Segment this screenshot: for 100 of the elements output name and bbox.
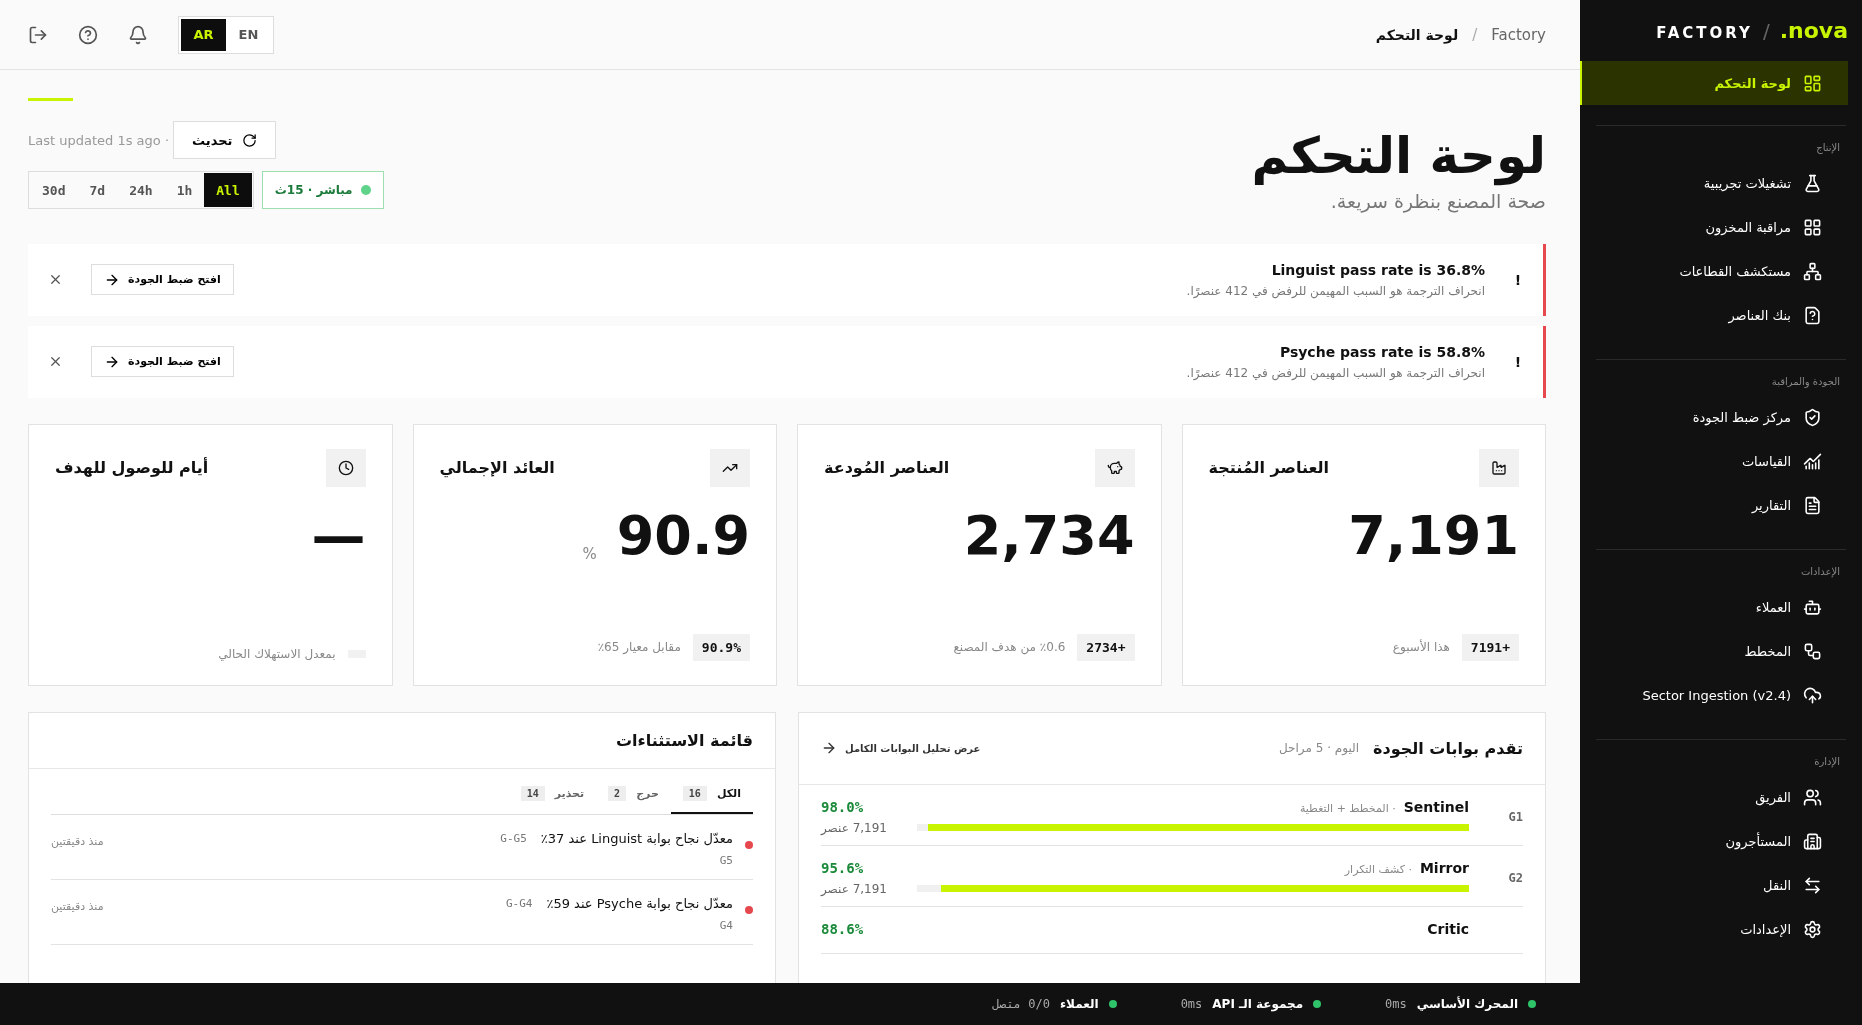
gate-detail: · كشف التكرار xyxy=(1344,862,1412,876)
status-value: 0ms xyxy=(1385,997,1407,1011)
section-title: الإدارة xyxy=(1813,756,1841,770)
section-title: الإعدادات xyxy=(1799,566,1841,580)
chart-icon xyxy=(1803,451,1822,471)
time-range-option[interactable]: 1h xyxy=(164,173,205,207)
nav-item[interactable]: التقارير xyxy=(1580,485,1848,525)
status-label: المحرك الأساسي xyxy=(1416,997,1518,1011)
kpi-title: العائد الإجمالي xyxy=(439,458,555,477)
kpi-note: بمعدل الاستهلاك الحالي xyxy=(218,646,336,661)
nav-item[interactable]: العملاء xyxy=(1580,587,1848,627)
kpi-delta: 90.9% xyxy=(692,633,750,661)
factory-icon xyxy=(1491,459,1507,476)
close-button[interactable] xyxy=(48,272,63,287)
language-option[interactable]: AR xyxy=(181,18,226,51)
network-icon xyxy=(1803,261,1822,281)
gate-name: Sentinel xyxy=(1403,798,1469,815)
alert-mark: ! xyxy=(1513,271,1523,288)
alert-title: Linguist pass rate is 36.8% xyxy=(1270,261,1485,278)
exception-time: منذ دقيقتين xyxy=(51,834,104,848)
nav-item[interactable]: مركز ضبط الجودة xyxy=(1580,397,1848,437)
breadcrumb-link[interactable]: Factory xyxy=(1491,25,1546,44)
arrow-icon xyxy=(821,740,837,756)
clock-icon xyxy=(337,459,354,476)
gate-code: G2 xyxy=(1507,870,1523,885)
robot-icon xyxy=(1803,597,1822,617)
refresh-button[interactable]: تحديث xyxy=(173,121,277,159)
kpi-title: العناصر المُنتجة xyxy=(1208,458,1330,477)
gate-percent: 98.0% xyxy=(821,798,865,815)
nav-item[interactable]: الإعدادات xyxy=(1580,909,1848,949)
piggy-bank-icon xyxy=(1106,459,1123,476)
nav-item[interactable]: المخطط xyxy=(1580,631,1848,671)
kpi-title: العناصر المُودعة xyxy=(824,458,950,477)
gate-detail: · المخطط + التغطية xyxy=(1299,801,1396,815)
nav-item[interactable]: الفريق xyxy=(1580,777,1848,817)
open-quality-button[interactable]: افتح ضبط الجودة xyxy=(91,346,234,377)
kpi-note: مقابل معيار 65٪ xyxy=(597,640,681,654)
panel-title: قائمة الاستثناءات xyxy=(616,730,753,750)
breadcrumb-separator: / xyxy=(1472,25,1478,44)
logo: FACTORY / .nova xyxy=(1655,18,1849,45)
time-range-option[interactable]: 7d xyxy=(77,173,118,207)
last-updated-text: Last updated 1s ago · xyxy=(28,132,169,148)
gate-name: Mirror xyxy=(1419,859,1469,876)
alert-mark: ! xyxy=(1513,353,1523,370)
question-icon xyxy=(1803,305,1822,325)
section-title: الجودة والمراقبة xyxy=(1770,376,1841,390)
kpi-unit: % xyxy=(582,544,597,563)
gate-percent: 88.6% xyxy=(821,920,865,937)
nav-item[interactable]: المستأجرون xyxy=(1580,821,1848,861)
nav-item[interactable]: مراقبة المخزون xyxy=(1580,207,1848,247)
nav-item[interactable]: لوحة التحكم xyxy=(1580,61,1848,105)
gate-percent: 95.6% xyxy=(821,859,865,876)
time-range-option[interactable]: All xyxy=(204,173,252,207)
dashboard-icon xyxy=(1803,73,1822,93)
page-title: لوحة التحكم xyxy=(1251,128,1546,186)
kpi-title: أيام للوصول للهدف xyxy=(55,458,209,477)
building-icon xyxy=(1803,831,1822,851)
nav-item[interactable]: Sector Ingestion (v2.4) xyxy=(1580,675,1848,715)
nav-item[interactable]: بنك العناصر xyxy=(1580,295,1848,335)
gate-count: 7,191 عنصر xyxy=(821,820,888,835)
close-button[interactable] xyxy=(48,354,63,369)
exception-code: G-G5 xyxy=(500,831,527,845)
gate-label: G4 xyxy=(718,918,733,932)
nav-item[interactable]: النقل xyxy=(1580,865,1848,905)
status-value: 0ms xyxy=(1180,997,1203,1011)
gates-analysis-link[interactable]: عرض تحليل البوابات الكامل xyxy=(821,740,981,756)
panel-title: تقدم بوابات الجودة xyxy=(1373,738,1523,758)
alert-title: Psyche pass rate is 58.8% xyxy=(1278,343,1485,360)
gate-name: Critic xyxy=(1427,920,1469,937)
shield-check-icon xyxy=(1803,407,1822,427)
flowchart-icon xyxy=(1803,641,1822,661)
document-icon xyxy=(1803,495,1822,515)
users-icon xyxy=(1803,787,1822,807)
nav-item[interactable]: مستكشف القطاعات xyxy=(1580,251,1848,291)
accent-line xyxy=(28,98,73,101)
refresh-icon xyxy=(242,132,258,148)
panel-subtitle: اليوم · 5 مراحل xyxy=(1278,741,1360,755)
time-range-option[interactable]: 30d xyxy=(30,173,78,207)
kpi-delta: +2734 xyxy=(1077,633,1135,661)
status-label: مجموعة الـ API xyxy=(1212,997,1304,1011)
kpi-note: هذا الأسبوع xyxy=(1392,640,1450,654)
page-subtitle: صحة المصنع بنظرة سريعة. xyxy=(1329,189,1546,212)
kpi-value: 7,191 xyxy=(1348,508,1519,563)
kpi-value: 90.9 xyxy=(616,508,750,563)
cloud-upload-icon xyxy=(1803,685,1822,705)
notifications-button[interactable] xyxy=(128,24,148,45)
nav-item[interactable]: القياسات xyxy=(1580,441,1848,481)
logout-button[interactable] xyxy=(28,24,48,45)
swap-arrows-icon xyxy=(1803,875,1822,895)
gate-code: G1 xyxy=(1507,809,1523,824)
exception-text[interactable]: معدّل نجاح بوابة Psyche عند 59٪ xyxy=(546,895,733,911)
help-button[interactable] xyxy=(78,24,98,45)
kpi-delta: +7191 xyxy=(1461,633,1519,661)
open-quality-button[interactable]: افتح ضبط الجودة xyxy=(91,264,234,295)
nav-item[interactable]: تشغيلات تجريبية xyxy=(1580,163,1848,203)
status-value: 0/0 متصل xyxy=(992,997,1050,1011)
exception-text[interactable]: معدّل نجاح بوابة Linguist عند 37٪ xyxy=(540,830,733,846)
language-option[interactable]: EN xyxy=(226,18,271,51)
gate-count: 7,191 عنصر xyxy=(821,881,888,896)
time-range-option[interactable]: 24h xyxy=(117,173,165,207)
